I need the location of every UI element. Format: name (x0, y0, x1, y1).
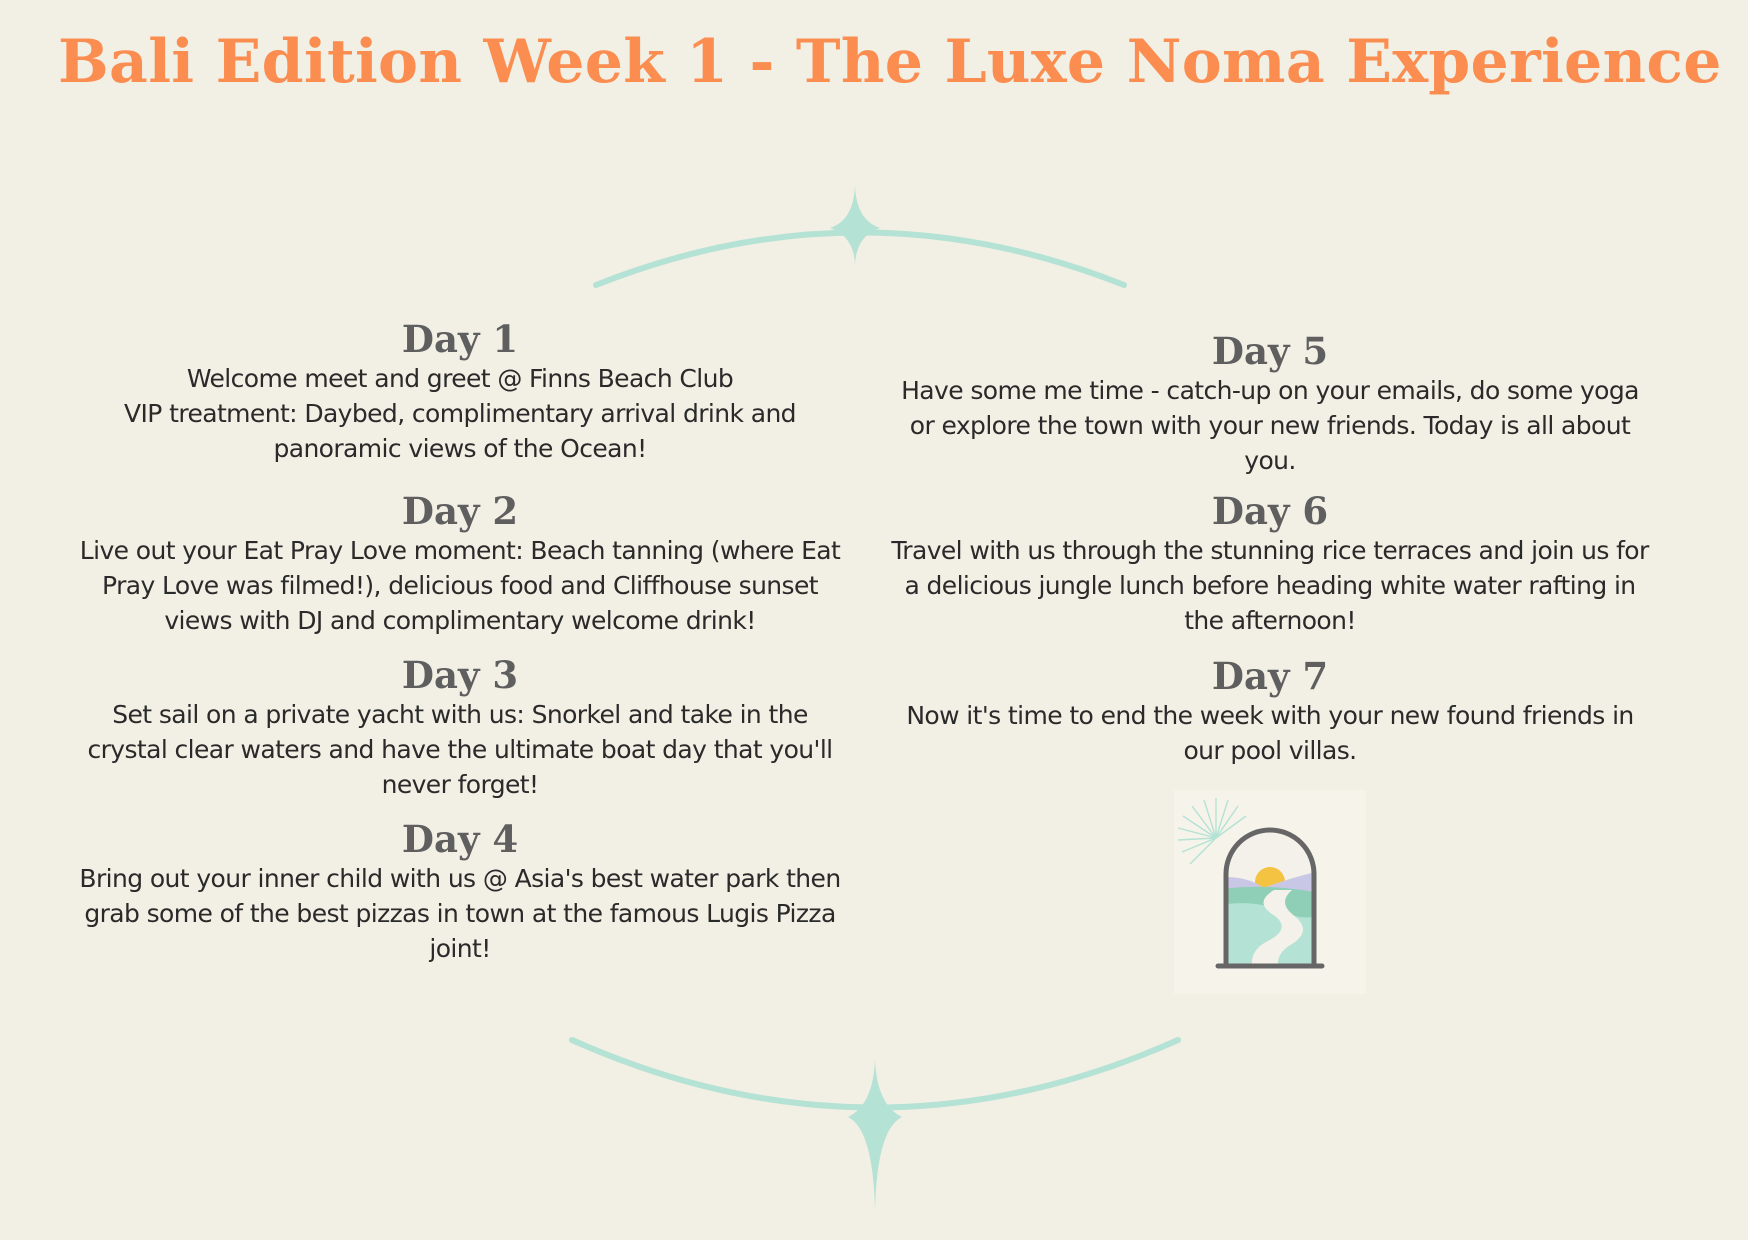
day-block: Day 5 Have some me time - catch-up on yo… (890, 330, 1650, 478)
day-description: Have some me time - catch-up on your ema… (901, 376, 1639, 475)
day-block: Day 6 Travel with us through the stunnin… (890, 490, 1650, 638)
day-heading: Day 1 (401, 317, 519, 361)
day-block: Day 1 Welcome meet and greet @ Finns Bea… (70, 318, 850, 466)
day-description: Set sail on a private yacht with us: Sno… (87, 700, 833, 799)
day-description: Travel with us through the stunning rice… (891, 536, 1649, 635)
arch-window-sunset-icon (1174, 790, 1366, 994)
day-heading: Day 7 (1211, 654, 1329, 698)
day-heading: Day 6 (1211, 489, 1329, 533)
day-heading: Day 3 (401, 653, 519, 697)
day-description: Now it's time to end the week with your … (906, 701, 1634, 765)
day-block: Day 3 Set sail on a private yacht with u… (70, 654, 850, 802)
page-title: Bali Edition Week 1 - The Luxe Noma Expe… (58, 27, 1722, 97)
sparkle-arc-bottom-icon (569, 1037, 1181, 1210)
day-description: Welcome meet and greet @ Finns Beach Clu… (124, 364, 797, 463)
sparkle-arc-top-icon (593, 135, 1127, 288)
day-description: Bring out your inner child with us @ Asi… (79, 864, 841, 963)
day-heading: Day 5 (1211, 329, 1329, 373)
day-block: Day 7 Now it's time to end the week with… (890, 655, 1650, 768)
day-block: Day 4 Bring out your inner child with us… (70, 818, 850, 966)
day-heading: Day 4 (401, 817, 519, 861)
day-heading: Day 2 (401, 489, 519, 533)
day-description: Live out your Eat Pray Love moment: Beac… (79, 536, 841, 635)
day-block: Day 2 Live out your Eat Pray Love moment… (70, 490, 850, 638)
